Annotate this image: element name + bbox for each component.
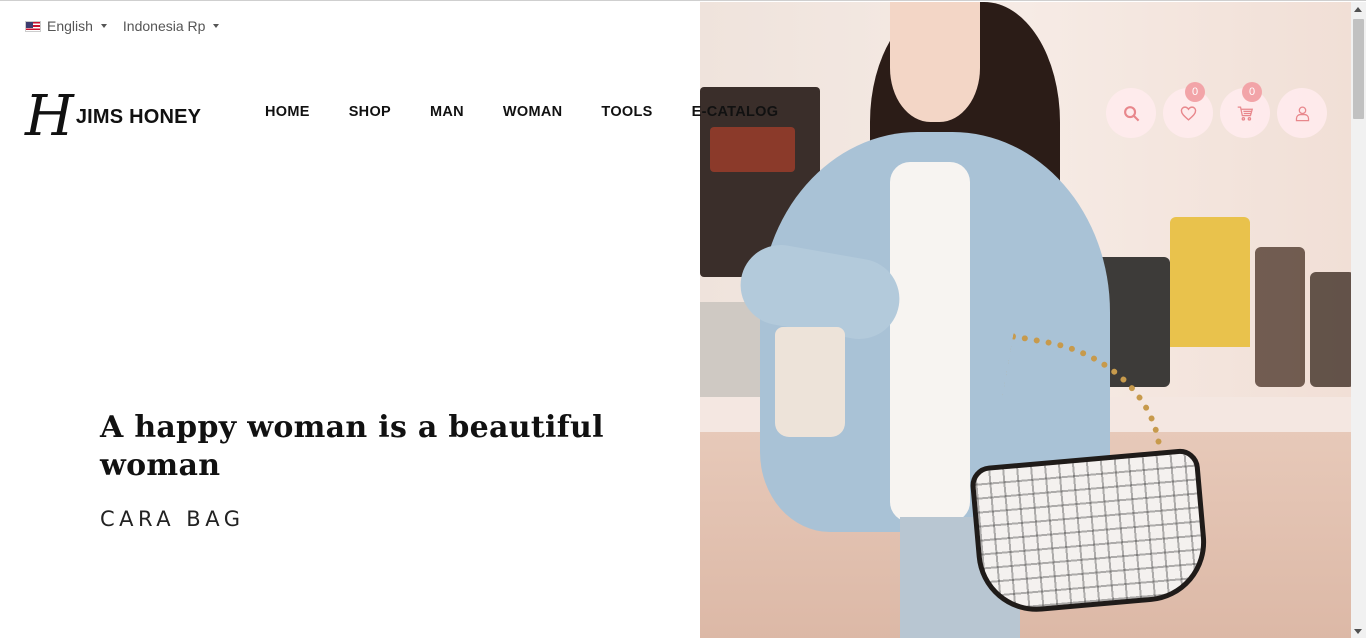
heart-icon [1180, 105, 1196, 121]
scroll-down-icon[interactable] [1354, 629, 1362, 634]
nav-item-woman[interactable]: WOMAN [503, 104, 563, 120]
currency-label: Indonesia Rp [122, 18, 206, 34]
page-scrollbar[interactable] [1351, 2, 1366, 638]
wishlist-count-badge: 0 [1185, 82, 1205, 102]
us-flag-icon [25, 20, 41, 32]
language-selector[interactable]: English [25, 18, 107, 34]
cart-count-badge: 0 [1242, 82, 1262, 102]
wishlist-button[interactable]: 0 [1163, 82, 1213, 138]
brand-name: JIMS HONEY [75, 105, 202, 128]
main-nav: HOME SHOP MAN WOMAN TOOLS E-CATALOG [265, 104, 778, 120]
nav-item-man[interactable]: MAN [430, 104, 464, 120]
chevron-down-icon [100, 24, 107, 28]
logo-mark: H [25, 84, 74, 149]
page: English Indonesia Rp H JIMS HONEY HOME S… [0, 0, 1366, 638]
search-icon [1123, 105, 1139, 121]
language-label: English [47, 18, 93, 34]
scrollbar-thumb[interactable] [1353, 19, 1364, 119]
hero-title: A happy woman is a beautiful woman [100, 410, 604, 483]
search-button[interactable] [1106, 88, 1156, 138]
header-actions: 0 0 [1106, 82, 1327, 138]
nav-item-tools[interactable]: TOOLS [601, 104, 652, 120]
nav-item-home[interactable]: HOME [265, 104, 310, 120]
hero-subtitle: CARA BAG [100, 507, 245, 531]
nav-item-e-catalog[interactable]: E-CATALOG [692, 104, 779, 120]
user-icon [1295, 105, 1309, 121]
nav-item-shop[interactable]: SHOP [349, 104, 391, 120]
chevron-down-icon [213, 24, 220, 28]
account-button[interactable] [1277, 88, 1327, 138]
cart-button[interactable]: 0 [1220, 82, 1270, 138]
scroll-up-icon[interactable] [1354, 7, 1362, 12]
currency-selector[interactable]: Indonesia Rp [123, 18, 220, 34]
topbar: English Indonesia Rp [25, 18, 220, 34]
brand-logo[interactable]: H JIMS HONEY [25, 89, 201, 145]
cart-icon [1237, 105, 1253, 121]
